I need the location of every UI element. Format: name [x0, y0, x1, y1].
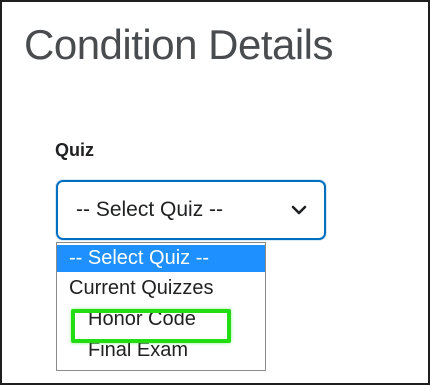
- quiz-select[interactable]: -- Select Quiz --: [56, 180, 326, 240]
- option-final-exam[interactable]: Final Exam: [57, 337, 265, 364]
- option-label: Honor Code: [88, 308, 196, 330]
- option-label: -- Select Quiz --: [69, 247, 210, 269]
- option-select-quiz[interactable]: -- Select Quiz --: [57, 245, 265, 272]
- option-group-label: Current Quizzes: [69, 277, 214, 299]
- quiz-field-label: Quiz: [55, 140, 94, 160]
- condition-details-panel: Condition Details Quiz -- Select Quiz --…: [0, 0, 430, 385]
- option-group-current-quizzes: Current Quizzes: [57, 275, 265, 302]
- quiz-dropdown-list: -- Select Quiz -- Current Quizzes Honor …: [56, 242, 266, 371]
- option-label: Final Exam: [88, 339, 189, 361]
- quiz-select-value: -- Select Quiz --: [76, 198, 224, 221]
- page-title: Condition Details: [24, 21, 334, 68]
- option-honor-code[interactable]: Honor Code: [57, 306, 265, 333]
- chevron-down-icon: [291, 205, 307, 215]
